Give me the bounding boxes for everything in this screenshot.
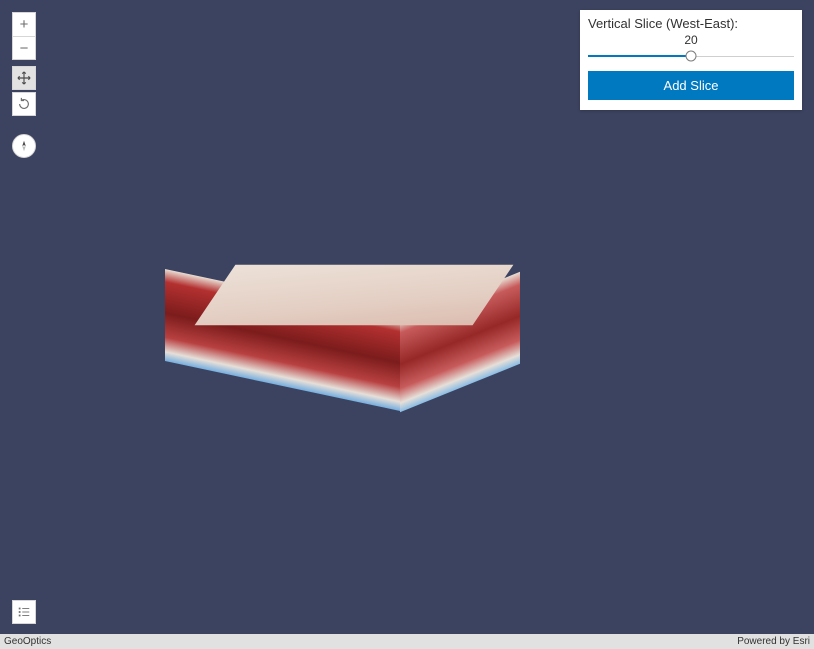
rotate-button[interactable]	[12, 92, 36, 116]
add-slice-button[interactable]: Add Slice	[588, 71, 794, 100]
voxel-front-face	[165, 269, 400, 411]
attribution-source: GeoOptics	[4, 636, 51, 647]
slice-value: 20	[588, 33, 794, 47]
rotate-icon	[17, 97, 31, 111]
voxel-top-face	[195, 265, 514, 326]
pan-icon	[17, 71, 31, 85]
slice-control-panel: Vertical Slice (West-East): 20 Add Slice	[580, 10, 802, 110]
slice-slider[interactable]	[588, 49, 794, 63]
legend-icon	[17, 605, 31, 619]
legend-toggle-button[interactable]	[12, 600, 36, 624]
slider-fill	[588, 55, 691, 57]
zoom-in-button[interactable]: +	[12, 12, 36, 36]
minus-icon: −	[20, 40, 29, 57]
basemap-grid	[248, 376, 651, 470]
zoom-out-button[interactable]: −	[12, 36, 36, 60]
slider-thumb[interactable]	[686, 51, 697, 62]
plus-icon: +	[20, 16, 29, 33]
compass-icon	[17, 139, 31, 153]
navigation-toolbar: + −	[12, 12, 36, 158]
attribution-powered-by[interactable]: Powered by Esri	[737, 636, 810, 647]
pan-button[interactable]	[12, 66, 36, 90]
scene-viewport[interactable]: + − Vertical Slice (West-East): 20 Add S…	[0, 0, 814, 634]
attribution-bar: GeoOptics Powered by Esri	[0, 634, 814, 649]
slice-label: Vertical Slice (West-East):	[588, 16, 794, 31]
compass-button[interactable]	[12, 134, 36, 158]
voxel-side-face	[400, 272, 520, 412]
